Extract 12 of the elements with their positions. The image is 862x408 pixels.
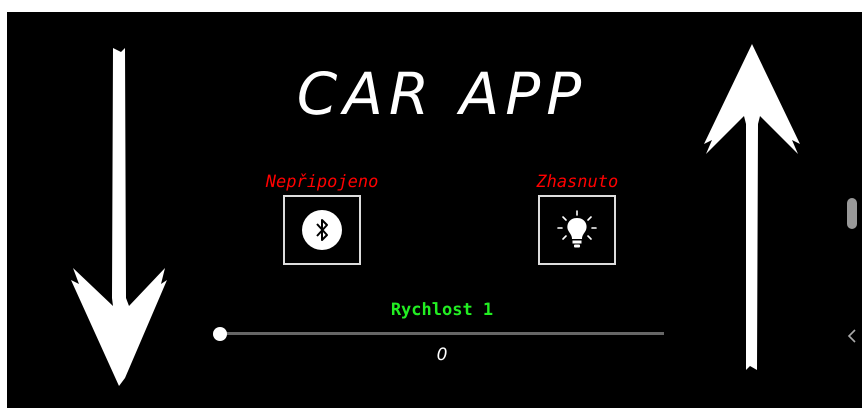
down-arrow-icon <box>69 48 169 388</box>
bluetooth-button[interactable] <box>283 195 362 265</box>
slider-thumb[interactable] <box>213 327 227 341</box>
speed-value: 0 <box>436 345 448 365</box>
light-button[interactable] <box>538 195 616 265</box>
speed-slider[interactable] <box>213 327 664 341</box>
scroll-handle[interactable] <box>847 198 857 229</box>
speed-label: Rychlost 1 <box>390 299 494 321</box>
app-title: CAR APP <box>296 62 588 126</box>
back-chevron-icon[interactable] <box>847 329 857 343</box>
status-label: Zhasnuto <box>536 172 618 192</box>
status-label: Nepřipojeno <box>266 172 378 192</box>
